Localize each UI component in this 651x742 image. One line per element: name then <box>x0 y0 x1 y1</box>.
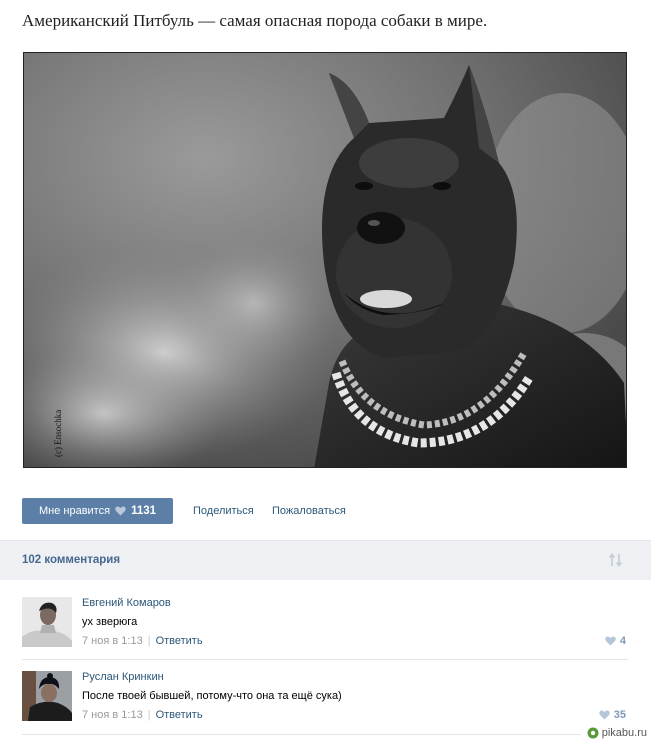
meta-separator: | <box>147 709 151 721</box>
heart-icon <box>605 636 616 646</box>
like-button[interactable]: Мне нравится 1131 <box>22 498 173 524</box>
reply-link[interactable]: Ответить <box>156 709 203 721</box>
comment-text: ух зверюга <box>82 616 138 628</box>
heart-icon <box>115 506 126 516</box>
comment-author[interactable]: Евгений Комаров <box>82 597 171 609</box>
comment-divider <box>22 659 628 660</box>
like-count: 1131 <box>131 505 157 517</box>
comments-header: 102 комментария <box>0 540 651 580</box>
comment-date[interactable]: 7 ноя в 1:13 <box>82 635 143 647</box>
comment-meta: 7 ноя в 1:13 | Ответить <box>82 709 203 721</box>
avatar-image <box>22 671 72 721</box>
avatar[interactable] <box>22 671 72 721</box>
like-button-label: Мне нравится <box>38 505 111 517</box>
comment-item: Евгений Комаров ух зверюга 7 ноя в 1:13 |… <box>0 597 651 672</box>
comment-author[interactable]: Руслан Кринкин <box>82 671 164 683</box>
heart-icon <box>599 710 610 720</box>
watermark: pikabu.ru <box>580 725 651 742</box>
meta-separator: | <box>147 635 151 647</box>
comment-like-button[interactable]: 35 <box>599 709 626 721</box>
photo-credit: (c) Ensochka <box>53 409 63 457</box>
sort-icon[interactable] <box>608 553 624 567</box>
comment-divider <box>22 734 628 735</box>
comment-like-button[interactable]: 4 <box>605 635 626 647</box>
avatar-image <box>22 597 72 647</box>
comment-like-count: 35 <box>613 709 626 721</box>
watermark-text: pikabu.ru <box>601 727 647 739</box>
dog-photo-illustration <box>24 53 626 467</box>
comment-date[interactable]: 7 ноя в 1:13 <box>82 709 143 721</box>
comments-count[interactable]: 102 комментария <box>22 554 120 566</box>
pikabu-logo-icon <box>587 727 599 739</box>
post-photo[interactable]: (c) Ensochka <box>23 52 627 468</box>
reply-link[interactable]: Ответить <box>156 635 203 647</box>
post-title: Американский Питбуль — самая опасная пор… <box>22 11 488 30</box>
share-link[interactable]: Поделиться <box>193 505 254 517</box>
avatar[interactable] <box>22 597 72 647</box>
comment-meta: 7 ноя в 1:13 | Ответить <box>82 635 203 647</box>
comment-item: Руслан Кринкин После твоей бывшей, потом… <box>0 671 651 742</box>
comment-text: После твоей бывшей, потому-что она та ещ… <box>82 690 342 702</box>
report-link[interactable]: Пожаловаться <box>272 505 346 517</box>
comment-like-count: 4 <box>619 635 626 647</box>
